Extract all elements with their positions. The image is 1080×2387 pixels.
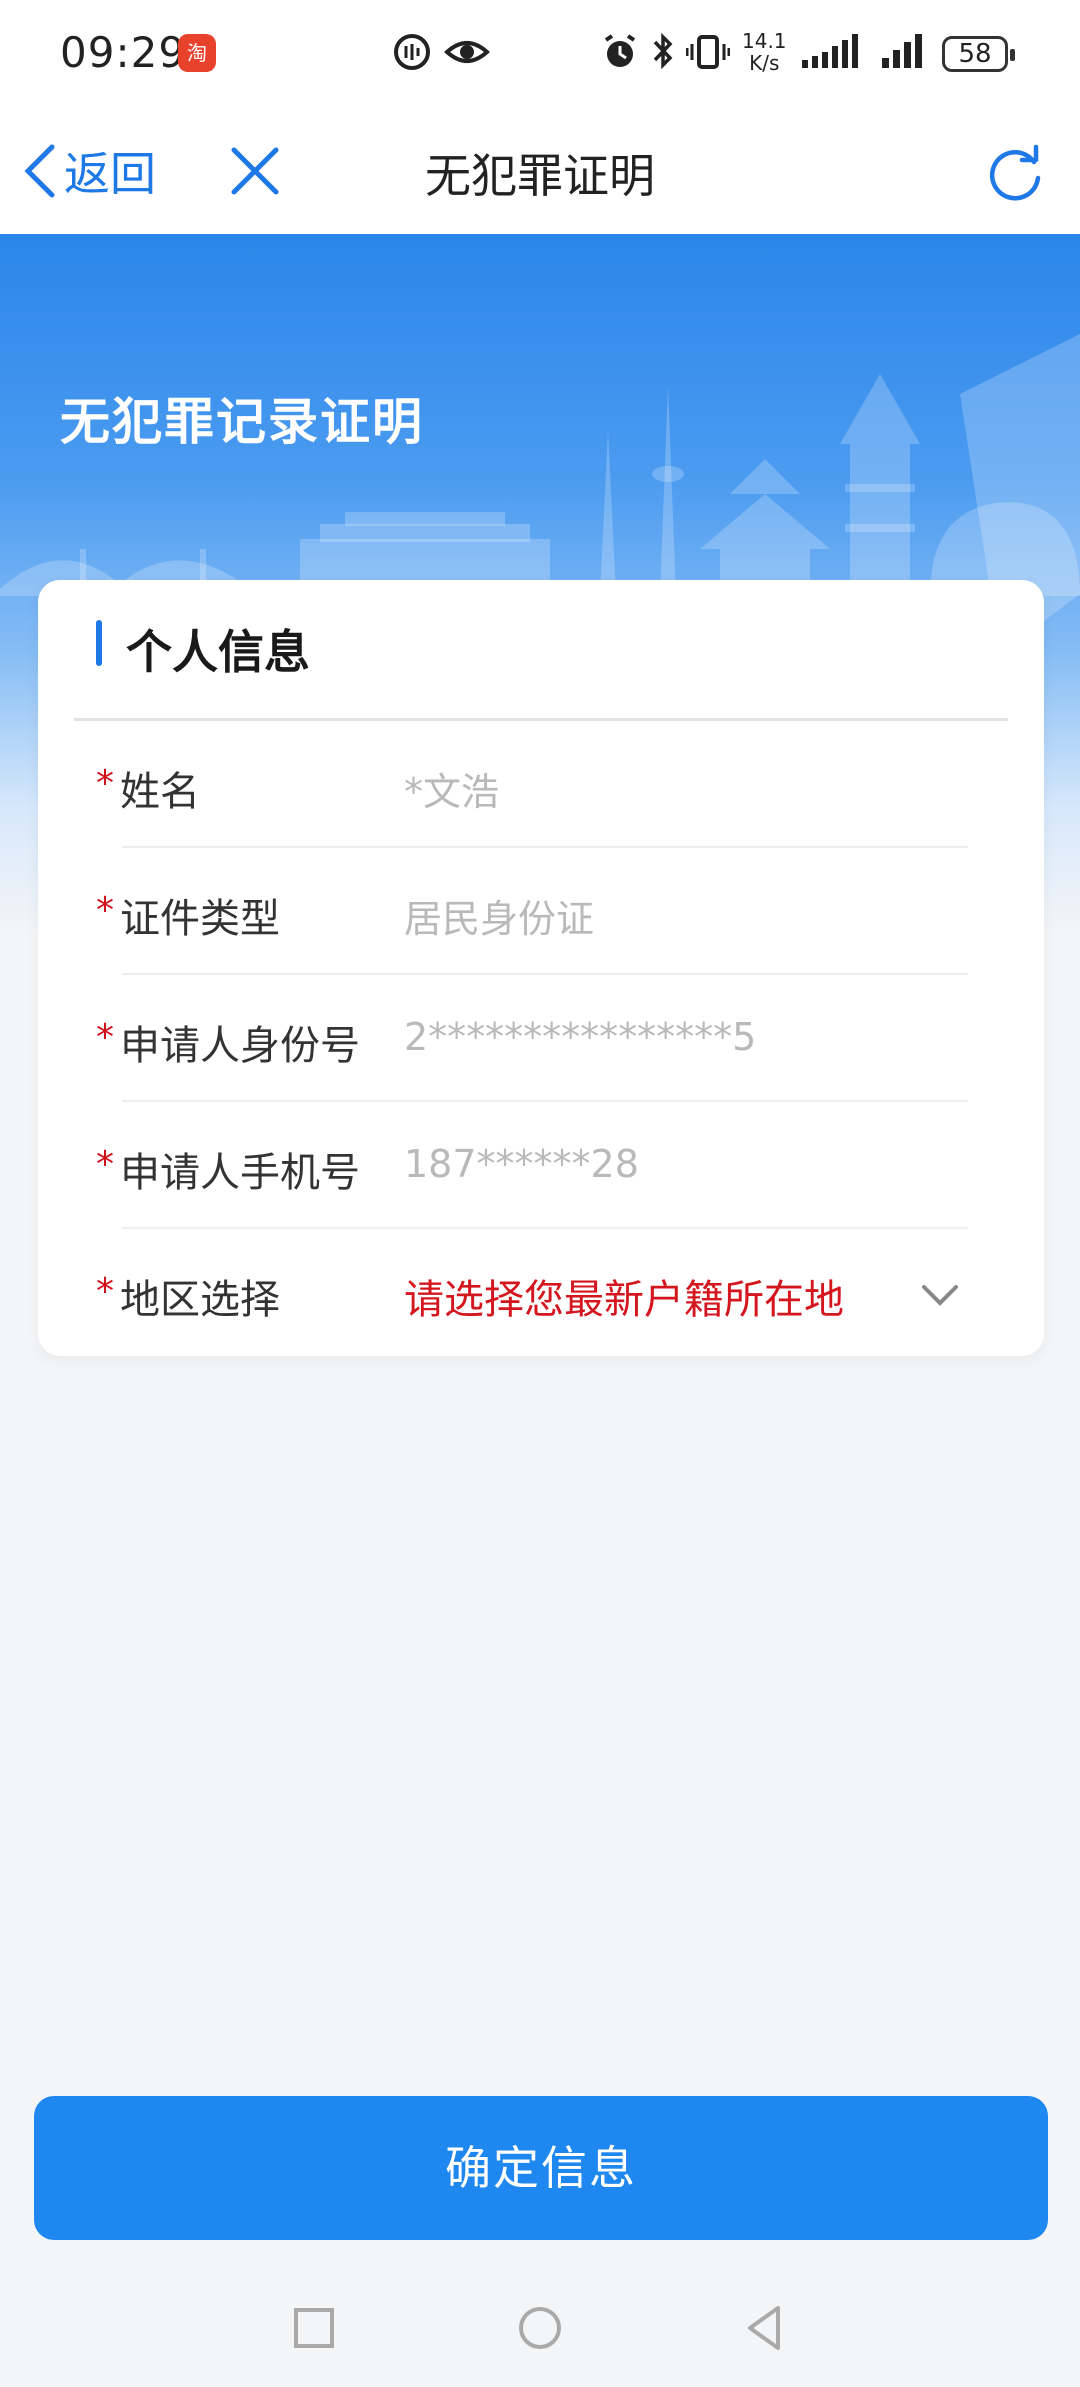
confirm-button[interactable]: 确定信息 bbox=[34, 2096, 1048, 2240]
section-accent-bar bbox=[96, 620, 102, 666]
taobao-app-icon: 淘 bbox=[178, 34, 216, 72]
field-value: *文浩 bbox=[404, 770, 500, 814]
required-mark: * bbox=[96, 763, 114, 804]
region-select[interactable]: * 地区选择 请选择您最新户籍所在地 bbox=[38, 1229, 1044, 1356]
recent-apps-icon[interactable] bbox=[284, 2298, 344, 2358]
system-nav-bar bbox=[0, 2270, 1080, 2387]
field-value: 187******28 bbox=[404, 1142, 639, 1186]
network-speed: 14.1 K/s bbox=[742, 30, 787, 74]
field-value: 居民身份证 bbox=[404, 897, 595, 941]
vibrate-icon bbox=[686, 35, 730, 69]
banner-title: 无犯罪记录证明 bbox=[60, 393, 424, 451]
field-label: 地区选择 bbox=[120, 1277, 280, 1323]
data-saver-icon bbox=[394, 34, 430, 70]
network-speed-unit: K/s bbox=[749, 51, 780, 75]
alarm-icon bbox=[604, 34, 636, 67]
region-placeholder[interactable]: 请选择您最新户籍所在地 bbox=[404, 1267, 844, 1325]
nav-bar: 返回 无犯罪证明 bbox=[0, 108, 1080, 234]
card-title: 个人信息 bbox=[126, 625, 310, 679]
bluetooth-icon bbox=[653, 32, 673, 70]
battery-icon: 58 bbox=[942, 36, 1015, 72]
home-icon[interactable] bbox=[510, 2298, 570, 2358]
required-mark: * bbox=[96, 1271, 114, 1312]
field-label: 证件类型 bbox=[120, 896, 280, 942]
required-mark: * bbox=[96, 890, 114, 931]
required-mark: * bbox=[96, 1144, 114, 1185]
refresh-icon[interactable] bbox=[986, 144, 1044, 202]
required-mark: * bbox=[96, 1017, 114, 1058]
signal-1-icon bbox=[802, 34, 858, 68]
signal-2-icon bbox=[882, 34, 922, 68]
eye-icon bbox=[444, 41, 490, 63]
field-id-type: * 证件类型 居民身份证 bbox=[38, 848, 1044, 975]
status-bar: 09:29 淘 14.1 K/s 58 bbox=[0, 0, 1080, 108]
field-value: 2****************5 bbox=[404, 1015, 757, 1059]
status-time: 09:29 bbox=[60, 28, 187, 77]
back-triangle-icon[interactable] bbox=[736, 2298, 796, 2358]
page-title: 无犯罪证明 bbox=[425, 149, 655, 203]
field-name: * 姓名 *文浩 bbox=[38, 721, 1044, 848]
card-header: 个人信息 bbox=[38, 580, 1044, 721]
network-speed-value: 14.1 bbox=[742, 29, 787, 53]
field-label: 姓名 bbox=[120, 769, 200, 815]
field-id-number: * 申请人身份号 2****************5 bbox=[38, 975, 1044, 1102]
personal-info-card: 个人信息 * 姓名 *文浩 * 证件类型 居民身份证 * 申请人身份号 2***… bbox=[38, 580, 1044, 1356]
field-label: 申请人手机号 bbox=[120, 1150, 360, 1196]
field-phone: * 申请人手机号 187******28 bbox=[38, 1102, 1044, 1229]
chevron-down-icon[interactable] bbox=[918, 1273, 962, 1317]
field-label: 申请人身份号 bbox=[120, 1023, 360, 1069]
